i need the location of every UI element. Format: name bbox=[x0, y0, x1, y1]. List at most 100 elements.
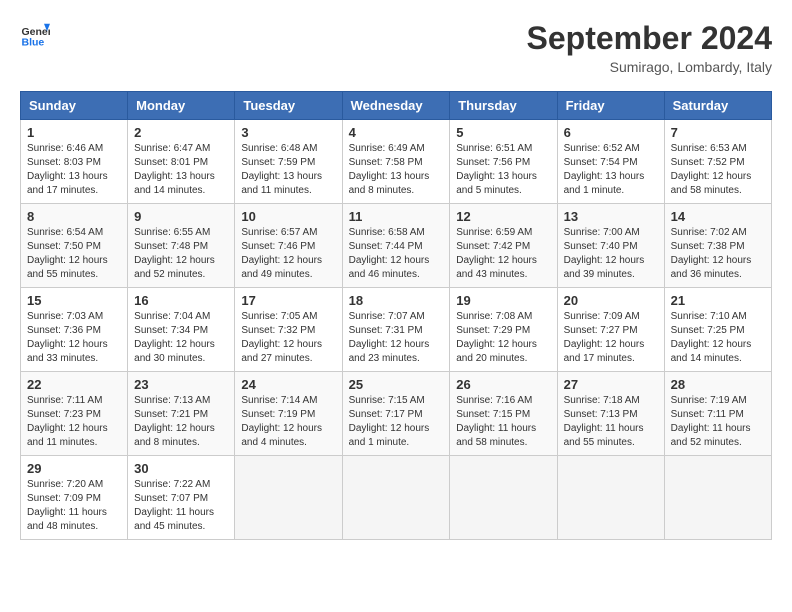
title-area: September 2024 Sumirago, Lombardy, Italy bbox=[527, 20, 772, 75]
svg-text:Blue: Blue bbox=[22, 37, 45, 49]
calendar-cell: 21Sunrise: 7:10 AM Sunset: 7:25 PM Dayli… bbox=[664, 288, 771, 372]
day-info: Sunrise: 6:48 AM Sunset: 7:59 PM Dayligh… bbox=[241, 142, 335, 198]
day-number: 8 bbox=[27, 209, 121, 224]
location-subtitle: Sumirago, Lombardy, Italy bbox=[527, 59, 772, 75]
day-number: 23 bbox=[134, 377, 228, 392]
calendar-cell: 1 Sunrise: 6:46 AM Sunset: 8:03 PM Daylig… bbox=[21, 120, 128, 204]
day-number: 10 bbox=[241, 209, 335, 224]
calendar-cell: 29Sunrise: 7:20 AM Sunset: 7:09 PM Dayli… bbox=[21, 456, 128, 540]
weekday-header-tuesday: Tuesday bbox=[235, 92, 342, 120]
weekday-header-sunday: Sunday bbox=[21, 92, 128, 120]
calendar-cell: 20 Sunrise: 7:09 AM Sunset: 7:27 PM Dayli… bbox=[557, 288, 664, 372]
month-title: September 2024 bbox=[527, 20, 772, 57]
day-info: Sunrise: 6:57 AM Sunset: 7:46 PM Dayligh… bbox=[241, 226, 335, 282]
calendar-week-1: 1 Sunrise: 6:46 AM Sunset: 8:03 PM Daylig… bbox=[21, 120, 772, 204]
calendar-week-2: 8 Sunrise: 6:54 AM Sunset: 7:50 PM Daylig… bbox=[21, 204, 772, 288]
day-info: Sunrise: 7:13 AM Sunset: 7:21 PM Dayligh… bbox=[134, 394, 228, 450]
calendar-cell bbox=[235, 456, 342, 540]
page-header: General Blue September 2024 Sumirago, Lo… bbox=[20, 20, 772, 75]
calendar-cell bbox=[342, 456, 450, 540]
day-number: 7 bbox=[671, 125, 765, 140]
calendar-cell: 17 Sunrise: 7:05 AM Sunset: 7:32 PM Dayli… bbox=[235, 288, 342, 372]
day-info: Sunrise: 6:58 AM Sunset: 7:44 PM Dayligh… bbox=[349, 226, 444, 282]
day-info: Sunrise: 7:07 AM Sunset: 7:31 PM Dayligh… bbox=[349, 310, 444, 366]
weekday-header-thursday: Thursday bbox=[450, 92, 557, 120]
calendar-cell: 24Sunrise: 7:14 AM Sunset: 7:19 PM Dayli… bbox=[235, 372, 342, 456]
day-info: Sunrise: 7:02 AM Sunset: 7:38 PM Dayligh… bbox=[671, 226, 765, 282]
calendar-week-4: 22 Sunrise: 7:11 AM Sunset: 7:23 PM Dayli… bbox=[21, 372, 772, 456]
calendar-cell: 7 Sunrise: 6:53 AM Sunset: 7:52 PM Daylig… bbox=[664, 120, 771, 204]
calendar-cell: 12Sunrise: 6:59 AM Sunset: 7:42 PM Dayli… bbox=[450, 204, 557, 288]
calendar-cell: 23 Sunrise: 7:13 AM Sunset: 7:21 PM Dayli… bbox=[128, 372, 235, 456]
day-number: 27 bbox=[564, 377, 658, 392]
day-number: 25 bbox=[349, 377, 444, 392]
day-number: 14 bbox=[671, 209, 765, 224]
day-number: 21 bbox=[671, 293, 765, 308]
day-number: 16 bbox=[134, 293, 228, 308]
day-info: Sunrise: 6:51 AM Sunset: 7:56 PM Dayligh… bbox=[456, 142, 550, 198]
weekday-header-friday: Friday bbox=[557, 92, 664, 120]
calendar-cell: 6 Sunrise: 6:52 AM Sunset: 7:54 PM Daylig… bbox=[557, 120, 664, 204]
calendar-cell: 16 Sunrise: 7:04 AM Sunset: 7:34 PM Dayli… bbox=[128, 288, 235, 372]
day-info: Sunrise: 7:08 AM Sunset: 7:29 PM Dayligh… bbox=[456, 310, 550, 366]
calendar-cell: 18 Sunrise: 7:07 AM Sunset: 7:31 PM Dayli… bbox=[342, 288, 450, 372]
day-info: Sunrise: 7:00 AM Sunset: 7:40 PM Dayligh… bbox=[564, 226, 658, 282]
day-info: Sunrise: 6:46 AM Sunset: 8:03 PM Dayligh… bbox=[27, 142, 121, 198]
day-info: Sunrise: 6:55 AM Sunset: 7:48 PM Dayligh… bbox=[134, 226, 228, 282]
weekday-header-monday: Monday bbox=[128, 92, 235, 120]
day-number: 18 bbox=[349, 293, 444, 308]
day-info: Sunrise: 7:04 AM Sunset: 7:34 PM Dayligh… bbox=[134, 310, 228, 366]
calendar-cell: 2 Sunrise: 6:47 AM Sunset: 8:01 PM Daylig… bbox=[128, 120, 235, 204]
logo-icon: General Blue bbox=[20, 20, 50, 50]
calendar-cell: 14 Sunrise: 7:02 AM Sunset: 7:38 PM Dayli… bbox=[664, 204, 771, 288]
calendar-week-5: 29Sunrise: 7:20 AM Sunset: 7:09 PM Dayli… bbox=[21, 456, 772, 540]
day-info: Sunrise: 6:49 AM Sunset: 7:58 PM Dayligh… bbox=[349, 142, 444, 198]
day-number: 26 bbox=[456, 377, 550, 392]
day-info: Sunrise: 7:09 AM Sunset: 7:27 PM Dayligh… bbox=[564, 310, 658, 366]
calendar-cell bbox=[450, 456, 557, 540]
day-info: Sunrise: 6:54 AM Sunset: 7:50 PM Dayligh… bbox=[27, 226, 121, 282]
day-info: Sunrise: 7:15 AM Sunset: 7:17 PM Dayligh… bbox=[349, 394, 444, 450]
day-number: 1 bbox=[27, 125, 121, 140]
day-number: 13 bbox=[564, 209, 658, 224]
day-number: 12 bbox=[456, 209, 550, 224]
day-info: Sunrise: 7:20 AM Sunset: 7:09 PM Dayligh… bbox=[27, 478, 121, 534]
day-info: Sunrise: 6:53 AM Sunset: 7:52 PM Dayligh… bbox=[671, 142, 765, 198]
day-info: Sunrise: 6:47 AM Sunset: 8:01 PM Dayligh… bbox=[134, 142, 228, 198]
calendar-cell bbox=[557, 456, 664, 540]
day-info: Sunrise: 7:19 AM Sunset: 7:11 PM Dayligh… bbox=[671, 394, 765, 450]
calendar-cell: 11Sunrise: 6:58 AM Sunset: 7:44 PM Dayli… bbox=[342, 204, 450, 288]
day-info: Sunrise: 7:22 AM Sunset: 7:07 PM Dayligh… bbox=[134, 478, 228, 534]
calendar-week-3: 15Sunrise: 7:03 AM Sunset: 7:36 PM Dayli… bbox=[21, 288, 772, 372]
calendar-cell: 9 Sunrise: 6:55 AM Sunset: 7:48 PM Daylig… bbox=[128, 204, 235, 288]
day-info: Sunrise: 7:18 AM Sunset: 7:13 PM Dayligh… bbox=[564, 394, 658, 450]
calendar-cell: 25 Sunrise: 7:15 AM Sunset: 7:17 PM Dayli… bbox=[342, 372, 450, 456]
day-info: Sunrise: 7:11 AM Sunset: 7:23 PM Dayligh… bbox=[27, 394, 121, 450]
calendar-cell: 10 Sunrise: 6:57 AM Sunset: 7:46 PM Dayli… bbox=[235, 204, 342, 288]
calendar-cell: 26 Sunrise: 7:16 AM Sunset: 7:15 PM Dayli… bbox=[450, 372, 557, 456]
day-number: 19 bbox=[456, 293, 550, 308]
calendar-cell: 28 Sunrise: 7:19 AM Sunset: 7:11 PM Dayli… bbox=[664, 372, 771, 456]
day-number: 17 bbox=[241, 293, 335, 308]
day-info: Sunrise: 7:05 AM Sunset: 7:32 PM Dayligh… bbox=[241, 310, 335, 366]
day-info: Sunrise: 6:52 AM Sunset: 7:54 PM Dayligh… bbox=[564, 142, 658, 198]
calendar-cell: 13 Sunrise: 7:00 AM Sunset: 7:40 PM Dayli… bbox=[557, 204, 664, 288]
calendar-cell: 3 Sunrise: 6:48 AM Sunset: 7:59 PM Daylig… bbox=[235, 120, 342, 204]
calendar-cell: 27 Sunrise: 7:18 AM Sunset: 7:13 PM Dayli… bbox=[557, 372, 664, 456]
day-number: 9 bbox=[134, 209, 228, 224]
calendar-cell: 19 Sunrise: 7:08 AM Sunset: 7:29 PM Dayli… bbox=[450, 288, 557, 372]
day-number: 2 bbox=[134, 125, 228, 140]
calendar-header-row: SundayMondayTuesdayWednesdayThursdayFrid… bbox=[21, 92, 772, 120]
day-number: 4 bbox=[349, 125, 444, 140]
day-info: Sunrise: 7:16 AM Sunset: 7:15 PM Dayligh… bbox=[456, 394, 550, 450]
calendar-cell: 22 Sunrise: 7:11 AM Sunset: 7:23 PM Dayli… bbox=[21, 372, 128, 456]
day-number: 5 bbox=[456, 125, 550, 140]
calendar-cell: 15Sunrise: 7:03 AM Sunset: 7:36 PM Dayli… bbox=[21, 288, 128, 372]
day-number: 22 bbox=[27, 377, 121, 392]
day-number: 28 bbox=[671, 377, 765, 392]
day-info: Sunrise: 7:14 AM Sunset: 7:19 PM Dayligh… bbox=[241, 394, 335, 450]
day-number: 30 bbox=[134, 461, 228, 476]
day-number: 20 bbox=[564, 293, 658, 308]
day-number: 6 bbox=[564, 125, 658, 140]
day-number: 3 bbox=[241, 125, 335, 140]
